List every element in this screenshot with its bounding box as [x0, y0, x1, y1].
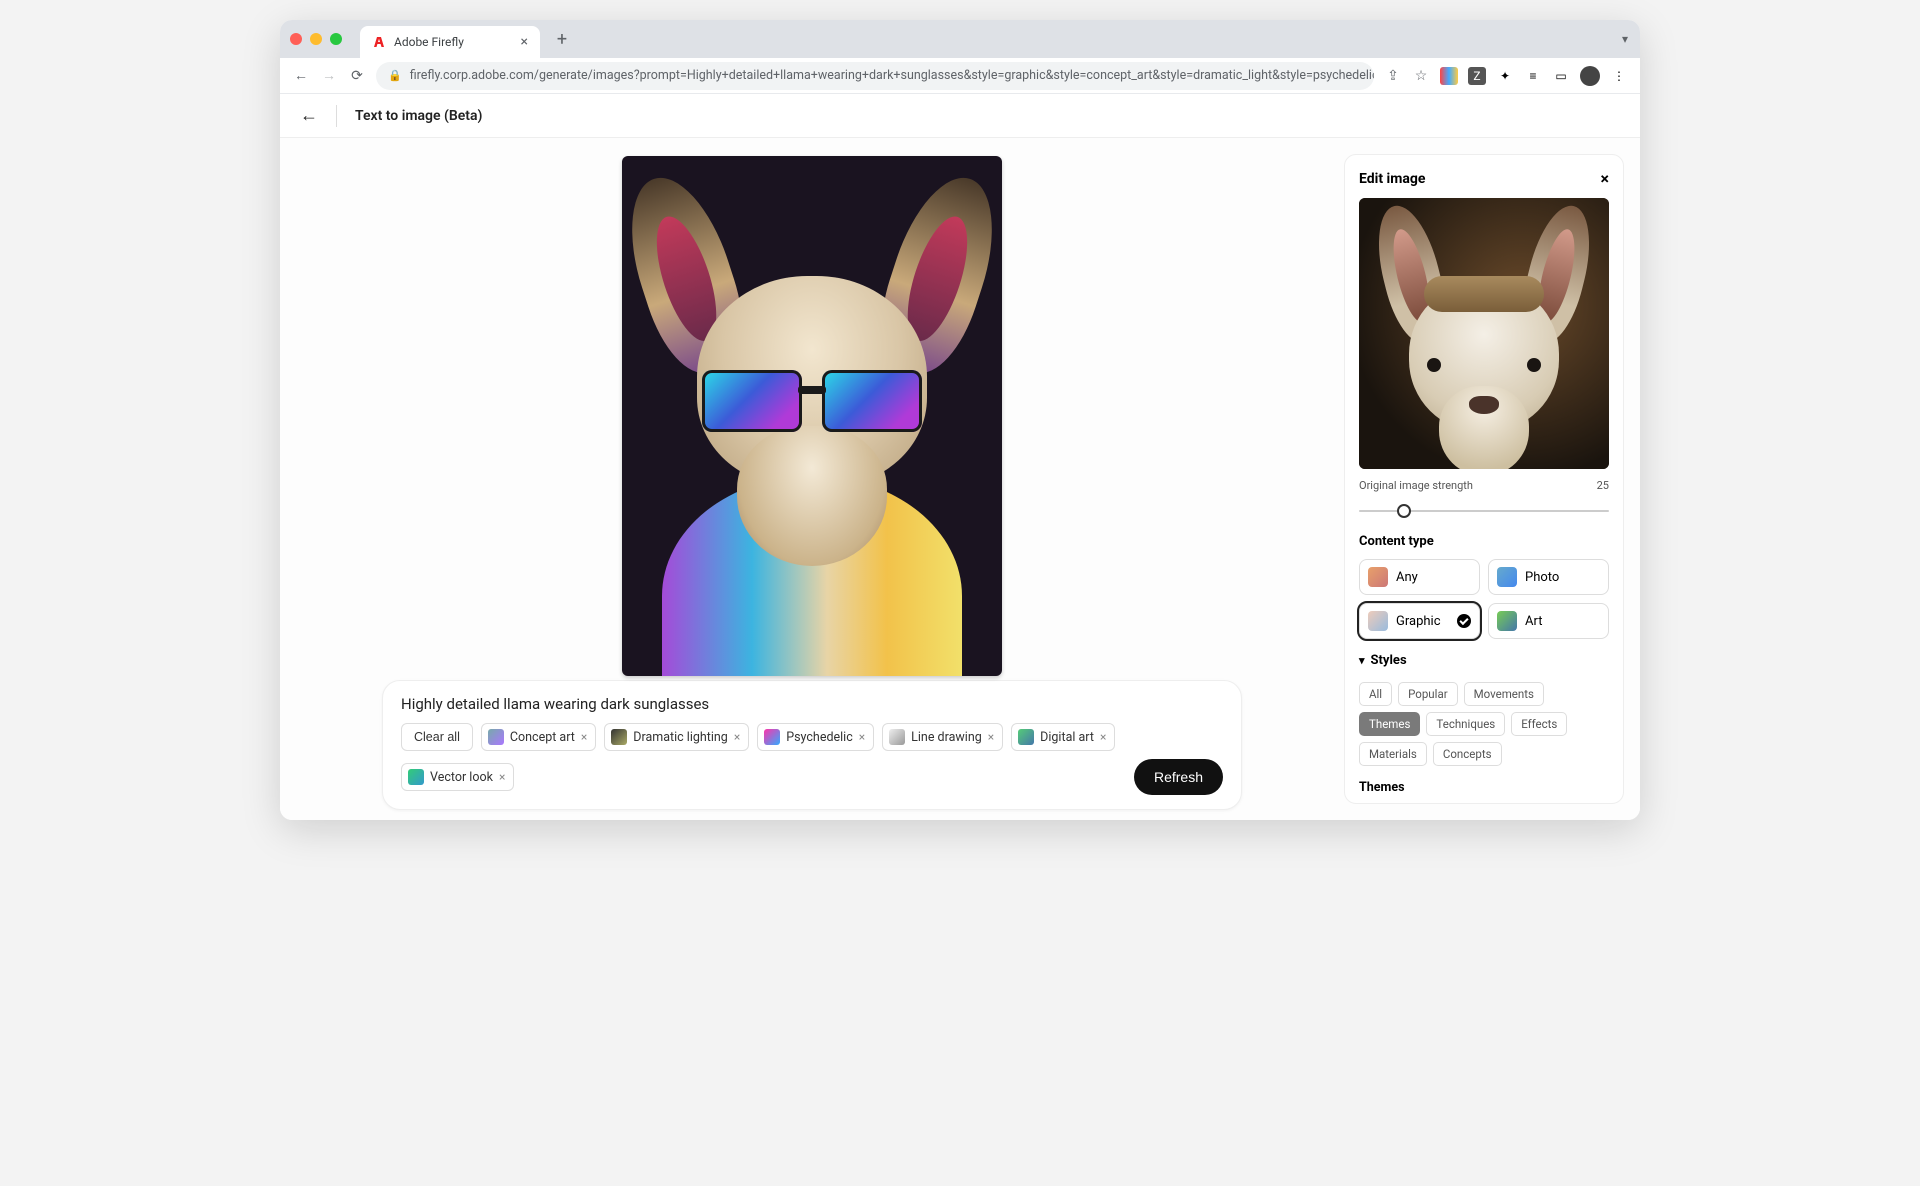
llama-illustration — [622, 156, 1002, 676]
chip-remove-icon[interactable]: × — [734, 730, 740, 744]
app-back-button[interactable]: ← — [300, 105, 318, 126]
content-type-any[interactable]: Any — [1359, 559, 1480, 595]
reading-list-icon[interactable]: ≡ — [1524, 67, 1542, 85]
minimize-window-button[interactable] — [310, 33, 322, 45]
page-title: Text to image (Beta) — [355, 108, 482, 124]
chip-remove-icon[interactable]: × — [859, 730, 865, 744]
browser-tab[interactable]: Adobe Firefly × — [360, 26, 540, 58]
chip-label: Psychedelic — [786, 730, 853, 745]
chip-remove-icon[interactable]: × — [988, 730, 994, 744]
tab-title: Adobe Firefly — [394, 35, 464, 49]
content-type-art[interactable]: Art — [1488, 603, 1609, 639]
filter-movements[interactable]: Movements — [1464, 682, 1544, 706]
reference-image[interactable] — [1359, 198, 1609, 469]
strength-row: Original image strength 25 — [1359, 479, 1609, 492]
strength-value: 25 — [1597, 479, 1609, 492]
close-window-button[interactable] — [290, 33, 302, 45]
content-type-grid: Any Photo Graphic Art — [1359, 559, 1609, 639]
extension-icon[interactable]: Z — [1468, 67, 1486, 85]
styles-header[interactable]: ▾ Styles — [1359, 653, 1609, 668]
styles-title: Styles — [1371, 653, 1407, 668]
chip-label: Vector look — [430, 770, 493, 785]
prompt-controls-row: Clear all Concept art × Dramatic lighting… — [401, 723, 1223, 795]
ct-label: Graphic — [1396, 614, 1441, 629]
filter-popular[interactable]: Popular — [1398, 682, 1458, 706]
strength-slider[interactable] — [1359, 502, 1609, 518]
generated-image[interactable] — [622, 156, 1002, 676]
content-type-photo[interactable]: Photo — [1488, 559, 1609, 595]
content-area: Highly detailed llama wearing dark sungl… — [280, 138, 1640, 820]
browser-window: Adobe Firefly × + ▾ ← → ⟳ 🔒 firefly.corp… — [280, 20, 1640, 820]
panel-title: Edit image — [1359, 171, 1425, 187]
chip-label: Dramatic lighting — [633, 730, 728, 745]
url-text: firefly.corp.adobe.com/generate/images?p… — [410, 68, 1374, 83]
profile-avatar[interactable] — [1580, 66, 1600, 86]
refresh-button[interactable]: Refresh — [1134, 759, 1223, 795]
clear-all-button[interactable]: Clear all — [401, 723, 473, 751]
tab-close-icon[interactable]: × — [521, 34, 528, 50]
filter-themes[interactable]: Themes — [1359, 712, 1420, 736]
tab-favicon — [372, 35, 386, 49]
nav-reload-button[interactable]: ⟳ — [348, 68, 366, 84]
nav-forward-button[interactable]: → — [320, 67, 338, 84]
share-icon[interactable]: ⇪ — [1384, 68, 1402, 84]
nav-back-button[interactable]: ← — [292, 67, 310, 84]
main-canvas: Highly detailed llama wearing dark sungl… — [280, 138, 1344, 820]
app-header: ← Text to image (Beta) — [280, 94, 1640, 138]
chevron-down-icon: ▾ — [1359, 654, 1365, 667]
extensions-puzzle-icon[interactable]: ✦ — [1496, 67, 1514, 85]
prompt-text[interactable]: Highly detailed llama wearing dark sungl… — [401, 695, 1223, 713]
content-type-title: Content type — [1359, 534, 1609, 549]
maximize-window-button[interactable] — [330, 33, 342, 45]
style-chip-vector-look[interactable]: Vector look × — [401, 763, 514, 791]
chip-remove-icon[interactable]: × — [499, 770, 505, 784]
panel-header: Edit image × — [1359, 169, 1609, 188]
style-filters: All Popular Movements Themes Techniques … — [1359, 682, 1609, 766]
divider — [336, 105, 337, 127]
ct-label: Art — [1525, 614, 1542, 629]
side-panel-icon[interactable]: ▭ — [1552, 67, 1570, 85]
extension-icons: Z ✦ ≡ ▭ ⋮ — [1440, 66, 1628, 86]
ct-label: Photo — [1525, 570, 1559, 585]
extension-icon[interactable] — [1440, 67, 1458, 85]
filter-all[interactable]: All — [1359, 682, 1392, 706]
bookmark-icon[interactable]: ☆ — [1412, 68, 1430, 84]
style-chip-line-drawing[interactable]: Line drawing × — [882, 723, 1003, 751]
new-tab-button[interactable]: + — [548, 25, 576, 53]
chip-remove-icon[interactable]: × — [1100, 730, 1106, 744]
prompt-card: Highly detailed llama wearing dark sungl… — [382, 680, 1242, 810]
themes-section-title: Themes — [1359, 780, 1609, 795]
check-icon — [1457, 614, 1471, 628]
chip-label: Digital art — [1040, 730, 1094, 745]
titlebar: Adobe Firefly × + ▾ — [280, 20, 1640, 58]
style-chip-dramatic-lighting[interactable]: Dramatic lighting × — [604, 723, 749, 751]
window-controls — [290, 33, 342, 45]
kebab-menu-icon[interactable]: ⋮ — [1610, 67, 1628, 85]
chip-label: Line drawing — [911, 730, 982, 745]
filter-materials[interactable]: Materials — [1359, 742, 1427, 766]
content-type-graphic[interactable]: Graphic — [1359, 603, 1480, 639]
edit-image-panel: Edit image × Original image strength 25 — [1344, 154, 1624, 804]
close-panel-button[interactable]: × — [1601, 169, 1610, 188]
tabs-dropdown-icon[interactable]: ▾ — [1622, 32, 1628, 46]
ct-label: Any — [1396, 570, 1418, 585]
strength-label: Original image strength — [1359, 479, 1473, 492]
filter-techniques[interactable]: Techniques — [1426, 712, 1505, 736]
chip-label: Concept art — [510, 730, 575, 745]
lock-icon: 🔒 — [388, 69, 402, 82]
filter-effects[interactable]: Effects — [1511, 712, 1567, 736]
filter-concepts[interactable]: Concepts — [1433, 742, 1502, 766]
address-bar[interactable]: 🔒 firefly.corp.adobe.com/generate/images… — [376, 62, 1374, 90]
style-chip-digital-art[interactable]: Digital art × — [1011, 723, 1115, 751]
style-chip-concept-art[interactable]: Concept art × — [481, 723, 596, 751]
toolbar: ← → ⟳ 🔒 firefly.corp.adobe.com/generate/… — [280, 58, 1640, 94]
style-chip-psychedelic[interactable]: Psychedelic × — [757, 723, 874, 751]
chip-remove-icon[interactable]: × — [581, 730, 587, 744]
